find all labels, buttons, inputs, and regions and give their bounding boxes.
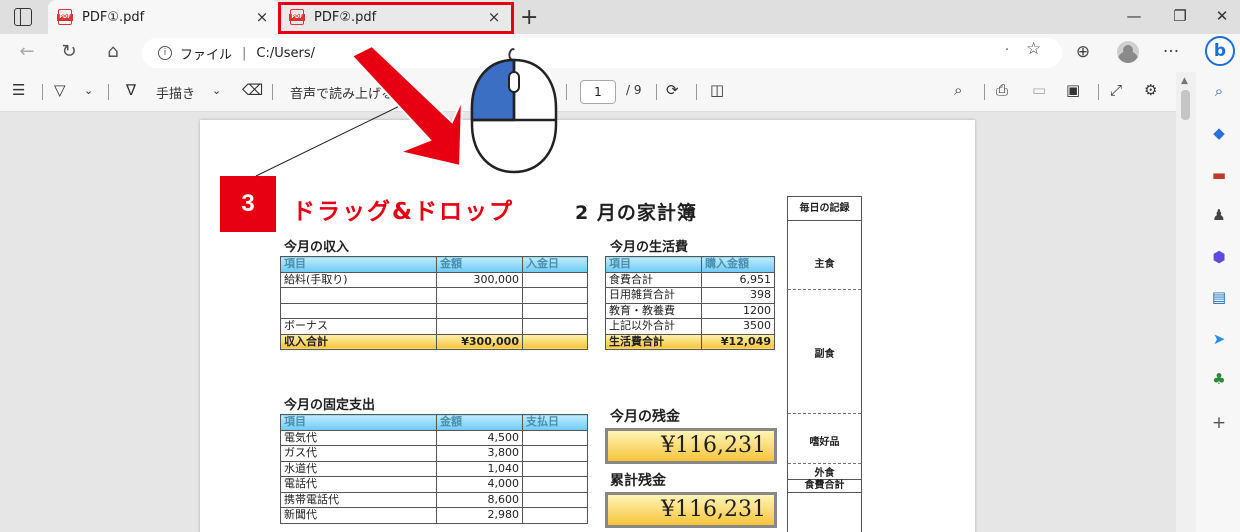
shopping-tag-icon[interactable]: ◆ — [1210, 124, 1228, 142]
callout-line — [255, 96, 419, 177]
red-drag-arrow — [350, 44, 463, 168]
edge-sidebar: ⌕ ◆ ▬ ♟ ⬢ ▤ ➤ ♣ + — [1196, 72, 1240, 532]
tools-briefcase-icon[interactable]: ▬ — [1210, 166, 1228, 184]
mouse-icon — [470, 48, 558, 174]
drag-annotation — [255, 44, 463, 177]
tree-icon[interactable]: ♣ — [1210, 370, 1228, 388]
search-icon[interactable]: ⌕ — [1210, 82, 1228, 100]
outlook-icon[interactable]: ▤ — [1210, 288, 1228, 306]
games-icon[interactable]: ♟ — [1210, 206, 1228, 224]
microsoft365-icon[interactable]: ⬢ — [1210, 248, 1228, 266]
add-icon[interactable]: + — [1210, 414, 1228, 432]
send-icon[interactable]: ➤ — [1210, 330, 1228, 348]
